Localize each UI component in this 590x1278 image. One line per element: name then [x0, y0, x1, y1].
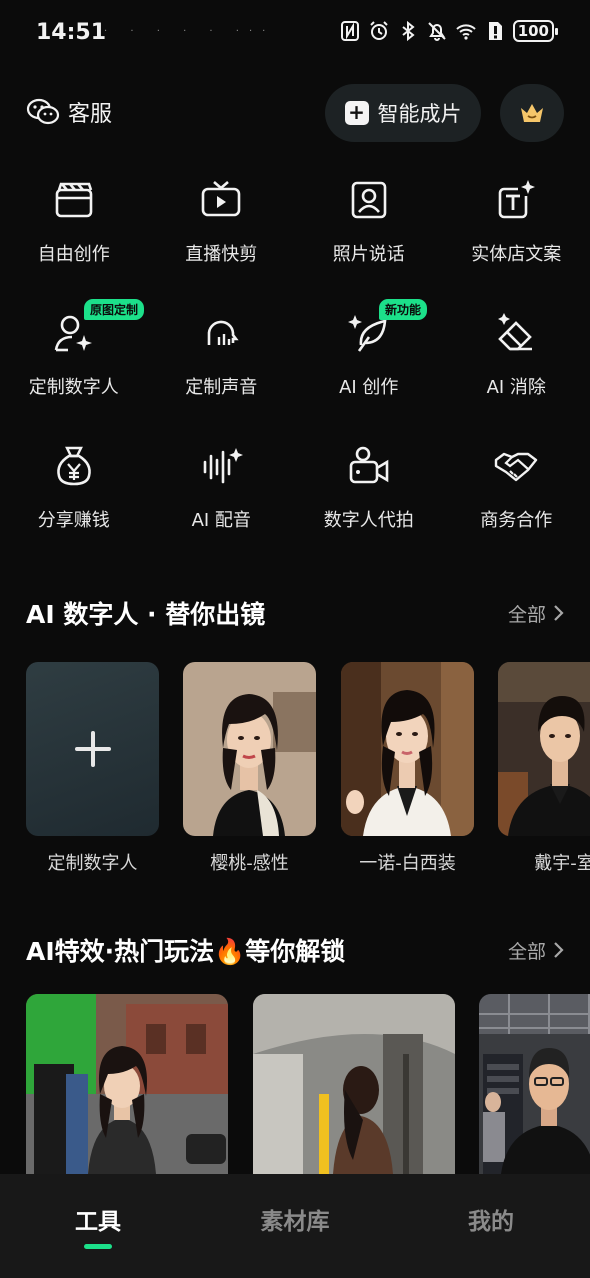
- status-bar: 14:51 · · · · · ··· 100: [0, 0, 590, 66]
- avatar-card[interactable]: 樱桃-感性: [183, 662, 316, 875]
- avatar-image: [341, 662, 474, 836]
- section-title: AI 数字人 · 替你出镜: [26, 600, 266, 629]
- smart-video-button[interactable]: + 智能成片: [325, 84, 481, 142]
- text-sparkle-icon: [498, 180, 536, 219]
- soundwave-icon: [203, 448, 244, 484]
- bottom-nav: 工具 素材库 我的: [0, 1174, 590, 1278]
- tool-live-clip[interactable]: 直播快剪: [148, 170, 296, 303]
- sim-alert-icon: [488, 22, 502, 40]
- eraser-sparkle-icon: [498, 313, 533, 351]
- tool-grid: 自由创作 直播快剪 照片说话 实体店文案 原图定制 定制数字人 定制声音 新功能…: [0, 170, 590, 569]
- top-bar: 客服 + 智能成片: [0, 82, 590, 142]
- avatar-see-all-link[interactable]: 全部: [508, 600, 564, 627]
- nfc-icon: [340, 21, 359, 41]
- avatar-label: 定制数字人: [47, 853, 138, 874]
- avatar-image: [498, 662, 590, 836]
- tool-ai-erase[interactable]: AI 消除: [443, 303, 590, 436]
- tool-business[interactable]: 商务合作: [443, 436, 590, 569]
- wechat-chat-icon: [26, 98, 60, 125]
- chevron-right-icon: [554, 605, 564, 621]
- tool-custom-avatar[interactable]: 原图定制 定制数字人: [0, 299, 148, 436]
- wifi-icon: [455, 24, 476, 40]
- avatar-card[interactable]: 戴宇-室: [498, 662, 590, 875]
- badge-original-custom: 原图定制: [84, 299, 145, 320]
- active-tab-indicator: [84, 1244, 112, 1249]
- tool-label: 数字人代拍: [323, 510, 414, 531]
- alarm-icon: [369, 21, 388, 40]
- nav-mine[interactable]: 我的: [431, 1202, 551, 1236]
- avatar-add-tile[interactable]: [26, 662, 159, 836]
- crown-icon: [521, 104, 543, 122]
- battery-indicator: 100: [512, 20, 559, 42]
- bluetooth-icon: [402, 20, 415, 42]
- chevron-right-icon: [554, 942, 564, 958]
- tool-custom-voice[interactable]: 定制声音: [148, 303, 296, 436]
- mute-bell-icon: [427, 22, 446, 41]
- notification-dots: · · · · · ···: [104, 26, 276, 37]
- vip-button[interactable]: [500, 84, 564, 142]
- tool-label: 商务合作: [480, 510, 553, 531]
- tool-free-create[interactable]: 自由创作: [0, 170, 148, 303]
- status-icons: 100: [339, 20, 559, 42]
- effects-see-all-link[interactable]: 全部: [508, 937, 564, 964]
- tool-store-copy[interactable]: 实体店文案: [443, 170, 590, 303]
- avatar-section-header: AI 数字人 · 替你出镜 全部: [26, 593, 564, 633]
- clapperboard-icon: [55, 182, 93, 218]
- tool-row: 原图定制 定制数字人 定制声音 新功能 AI 创作 AI 消除: [0, 299, 590, 436]
- tool-avatar-shoot[interactable]: 数字人代拍: [295, 436, 443, 569]
- handshake-icon: [495, 452, 538, 482]
- avatar-label: 樱桃-感性: [210, 853, 289, 874]
- badge-new-feature: 新功能: [379, 299, 428, 320]
- effect-thumbnail: [253, 994, 455, 1174]
- customer-service-button[interactable]: 客服: [26, 96, 112, 128]
- customer-service-label: 客服: [68, 102, 113, 127]
- section-title: AI特效·热门玩法🔥等你解锁: [26, 937, 346, 966]
- tool-photo-talk[interactable]: 照片说话: [295, 170, 443, 303]
- tool-label: 照片说话: [332, 244, 405, 265]
- money-bag-icon: [56, 446, 91, 486]
- tool-label: AI 消除: [486, 377, 546, 398]
- effect-card[interactable]: [479, 994, 590, 1174]
- effect-card[interactable]: [253, 994, 455, 1174]
- effects-carousel: [26, 994, 590, 1174]
- tool-label: AI 创作: [339, 377, 399, 398]
- status-time: 14:51: [36, 20, 107, 45]
- tool-label: 实体店文案: [471, 244, 562, 265]
- effect-card[interactable]: [26, 994, 228, 1174]
- tool-label: 定制数字人: [28, 377, 119, 398]
- see-all-label: 全部: [507, 940, 546, 963]
- portrait-icon: [351, 181, 387, 219]
- tool-label: 分享赚钱: [37, 510, 110, 531]
- avatar-card[interactable]: 一诺-白西装: [341, 662, 474, 875]
- nav-tools[interactable]: 工具: [38, 1202, 158, 1236]
- camera-person-icon: [349, 446, 389, 484]
- tool-label: 自由创作: [37, 244, 110, 265]
- nav-library[interactable]: 素材库: [235, 1202, 355, 1236]
- plus-icon: +: [344, 101, 369, 125]
- tool-label: AI 配音: [191, 510, 251, 531]
- see-all-label: 全部: [507, 603, 546, 626]
- avatar-carousel: 定制数字人 樱桃-感性 一诺-白西装 戴宇-室: [26, 662, 590, 882]
- smart-video-label: 智能成片: [377, 102, 462, 126]
- effect-thumbnail: [479, 994, 590, 1174]
- effects-section-header: AI特效·热门玩法🔥等你解锁 全部: [26, 930, 564, 970]
- effect-thumbnail: [26, 994, 228, 1174]
- avatar-label: 一诺-白西装: [359, 853, 456, 874]
- tv-play-icon: [201, 181, 241, 217]
- plus-icon: [74, 731, 111, 767]
- tool-share-earn[interactable]: 分享赚钱: [0, 436, 148, 569]
- tool-ai-create[interactable]: 新功能 AI 创作: [295, 299, 443, 436]
- voice-head-icon: [207, 320, 239, 345]
- avatar-card-custom[interactable]: 定制数字人: [26, 662, 159, 875]
- tool-row: 分享赚钱 AI 配音 数字人代拍 商务合作: [0, 436, 590, 569]
- tool-label: 定制声音: [185, 377, 258, 398]
- avatar-image: [183, 662, 316, 836]
- tool-label: 直播快剪: [185, 244, 258, 265]
- avatar-label: 戴宇-室: [534, 853, 590, 874]
- tool-row: 自由创作 直播快剪 照片说话 实体店文案: [0, 170, 590, 303]
- tool-ai-dubbing[interactable]: AI 配音: [148, 436, 296, 569]
